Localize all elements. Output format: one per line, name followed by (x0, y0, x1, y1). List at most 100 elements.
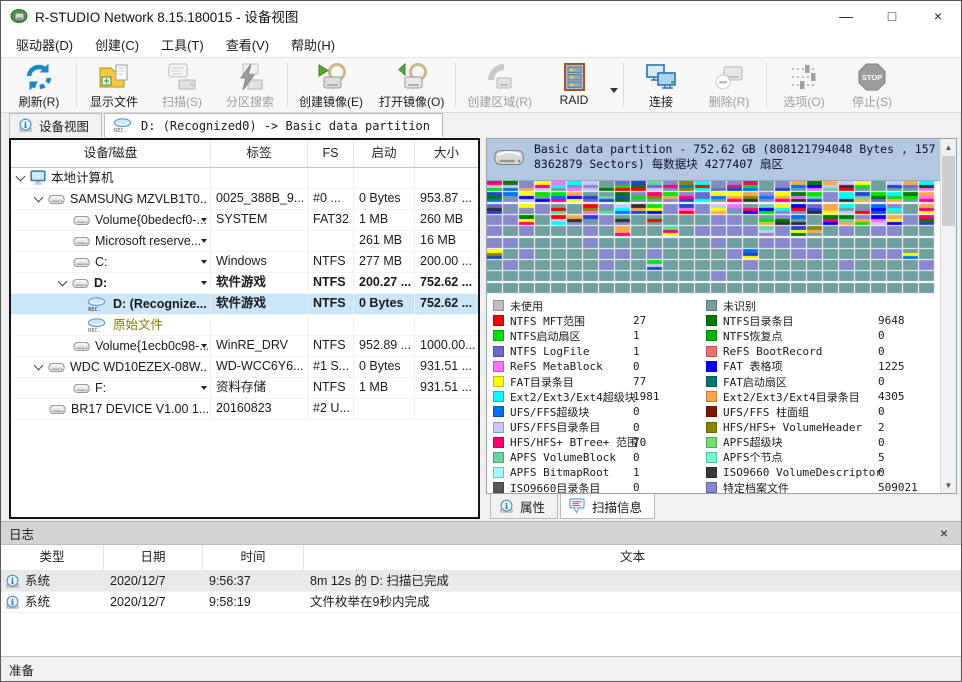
device-table-header: 设备/磁盘标签FS启动大小 (11, 140, 478, 168)
menu-item-1[interactable]: 创建(C) (84, 31, 150, 57)
legend-label: NTFS启动扇区 (510, 328, 633, 344)
raid-dropdown-arrow-icon[interactable] (610, 88, 618, 97)
scrollbar-thumb[interactable] (942, 156, 955, 226)
menu-item-2[interactable]: 工具(T) (150, 31, 215, 57)
expand-chevron-icon[interactable] (58, 277, 68, 287)
scrollbar-up-arrow-icon[interactable]: ▲ (941, 139, 956, 155)
scan-scrollbar[interactable]: ▲ ▼ (940, 139, 956, 493)
cell-fs: FAT32 (308, 210, 354, 230)
toolbar-connect-button[interactable]: 连接 (627, 58, 695, 112)
device-row-1[interactable]: SAMSUNG MZVLB1T0...0025_388B_9...#0 ...0… (11, 189, 478, 210)
cell-size: 752.62 ... (415, 294, 478, 314)
toolbar-options-button[interactable]: 选项(O) (770, 58, 838, 112)
scan-block-canvas (487, 181, 939, 294)
menu-item-4[interactable]: 帮助(H) (280, 31, 346, 57)
row-dropdown-arrow-icon[interactable] (201, 281, 207, 288)
column-header-size[interactable]: 大小 (415, 140, 478, 167)
device-name-cell: 本地计算机 (11, 168, 211, 188)
device-row-3[interactable]: Microsoft reserve...261 MB16 MB (11, 231, 478, 252)
svg-text:REC.: REC. (88, 307, 101, 312)
toolbar-separator (455, 63, 456, 107)
cell-size (415, 168, 478, 188)
disk-icon (73, 256, 91, 269)
menu-item-0[interactable]: 驱动器(D) (5, 31, 84, 57)
column-header-device[interactable]: 设备/磁盘 (11, 140, 211, 167)
view-tab-0[interactable]: i设备视图 (9, 113, 102, 137)
legend-value: 0 (878, 375, 885, 388)
toolbar-connect-label: 连接 (649, 93, 673, 110)
toolbar-create-region-button[interactable]: 创建区域(R) (459, 58, 540, 112)
menu-item-3[interactable]: 查看(V) (215, 31, 280, 57)
legend-label: ISO9660 VolumeDescriptor (723, 466, 878, 479)
legend-swatch (706, 391, 717, 402)
svg-text:i: i (11, 596, 14, 606)
legend-label: NTFS LogFile (510, 345, 633, 358)
toolbar-partition-search-label: 分区搜索 (226, 93, 274, 110)
device-row-7[interactable]: REC.原始文件 (11, 315, 478, 336)
device-row-2[interactable]: Volume{0bedecf0-...SYSTEMFAT321 MB260 MB (11, 210, 478, 231)
device-row-11[interactable]: BR17 DEVICE V1.00 1....20160823#2 U... (11, 399, 478, 420)
legend-label: NTFS目录条目 (723, 313, 878, 329)
row-dropdown-arrow-icon[interactable] (201, 218, 207, 225)
view-tab-1[interactable]: REC.D: (Recognized0) -> Basic data parti… (104, 113, 443, 137)
log-column-type[interactable]: 类型 (1, 545, 104, 570)
device-row-9[interactable]: WDC WD10EZEX-08W...WD-WCC6Y6...#1 S...0 … (11, 357, 478, 378)
toolbar-raid-label: RAID (560, 93, 589, 107)
column-header-label[interactable]: 标签 (211, 140, 308, 167)
expand-chevron-icon[interactable] (34, 361, 44, 371)
log-row-0[interactable]: i系统2020/12/79:56:378m 12s 的 D: 扫描已完成 (1, 571, 961, 592)
scan-tab-properties[interactable]: i属性 (490, 494, 558, 519)
column-header-boot[interactable]: 启动 (354, 140, 415, 167)
device-row-10[interactable]: F:资料存储NTFS1 MB931.51 ... (11, 378, 478, 399)
close-button[interactable]: × (915, 1, 961, 31)
scrollbar-down-arrow-icon[interactable]: ▼ (941, 477, 956, 493)
legend-value: 0 (633, 405, 640, 418)
device-row-8[interactable]: Volume{1ecb0c98-...WinRE_DRVNTFS952.89 .… (11, 336, 478, 357)
legend-value: 0 (878, 345, 885, 358)
main-area: 设备/磁盘标签FS启动大小 本地计算机SAMSUNG MZVLB1T0...00… (1, 137, 961, 521)
scan-info-icon (569, 498, 586, 514)
expand-chevron-icon[interactable] (16, 172, 26, 182)
row-dropdown-arrow-icon[interactable] (201, 239, 207, 246)
legend-label: FAT启动扇区 (723, 374, 878, 390)
legend-swatch (493, 437, 504, 448)
info-icon: i (499, 499, 514, 514)
toolbar-partition-search-button[interactable]: 分区搜索 (216, 58, 284, 112)
toolbar-open-image-button[interactable]: 打开镜像(O) (371, 58, 452, 112)
legend-value: 509021 (878, 481, 918, 494)
log-close-icon[interactable]: × (935, 525, 953, 541)
scan-info-panel: Basic data partition - 752.62 GB (808121… (486, 138, 957, 494)
device-name: WDC WD10EZEX-08W... (70, 358, 208, 377)
legend-value: 77 (633, 375, 646, 388)
log-column-time[interactable]: 时间 (203, 545, 304, 570)
expand-chevron-icon[interactable] (34, 193, 44, 203)
log-column-text[interactable]: 文本 (304, 545, 961, 570)
log-column-date[interactable]: 日期 (104, 545, 203, 570)
toolbar-create-image-button[interactable]: 创建镜像(E) (291, 58, 371, 112)
cell-boot: 1 MB (354, 210, 415, 230)
toolbar-raid-button[interactable]: RAID (540, 58, 608, 112)
device-row-5[interactable]: D:软件游戏NTFS200.27 ...752.62 ... (11, 273, 478, 294)
column-header-fs[interactable]: FS (308, 140, 354, 167)
toolbar-refresh-button[interactable]: 刷新(R) (5, 58, 73, 112)
row-dropdown-arrow-icon[interactable] (201, 344, 207, 351)
device-row-4[interactable]: C:WindowsNTFS277 MB200.00 ... (11, 252, 478, 273)
log-row-1[interactable]: i系统2020/12/79:58:19文件枚举在9秒内完成 (1, 592, 961, 613)
cell-boot: 261 MB (354, 231, 415, 251)
cell-size: 931.51 ... (415, 378, 478, 398)
toolbar-show-files-button[interactable]: 显示文件 (80, 58, 148, 112)
minimize-button[interactable]: — (823, 1, 869, 31)
device-row-6[interactable]: REC.D: (Recognize...软件游戏NTFS0 Bytes752.6… (11, 294, 478, 315)
toolbar-scan-button[interactable]: 扫描(S) (148, 58, 216, 112)
options-icon (788, 61, 820, 93)
scan-tab-label: 扫描信息 (592, 497, 642, 516)
scan-tab-scan-information[interactable]: 扫描信息 (560, 494, 655, 519)
device-row-0[interactable]: 本地计算机 (11, 168, 478, 189)
row-dropdown-arrow-icon[interactable] (201, 260, 207, 267)
row-dropdown-arrow-icon[interactable] (201, 386, 207, 393)
toolbar-delete-button[interactable]: 删除(R) (695, 58, 763, 112)
maximize-button[interactable]: □ (869, 1, 915, 31)
legend-item-l-1: NTFS MFT范围27 (487, 313, 700, 328)
svg-text:i: i (11, 575, 14, 585)
toolbar-stop-button[interactable]: STOP停止(S) (838, 58, 906, 112)
